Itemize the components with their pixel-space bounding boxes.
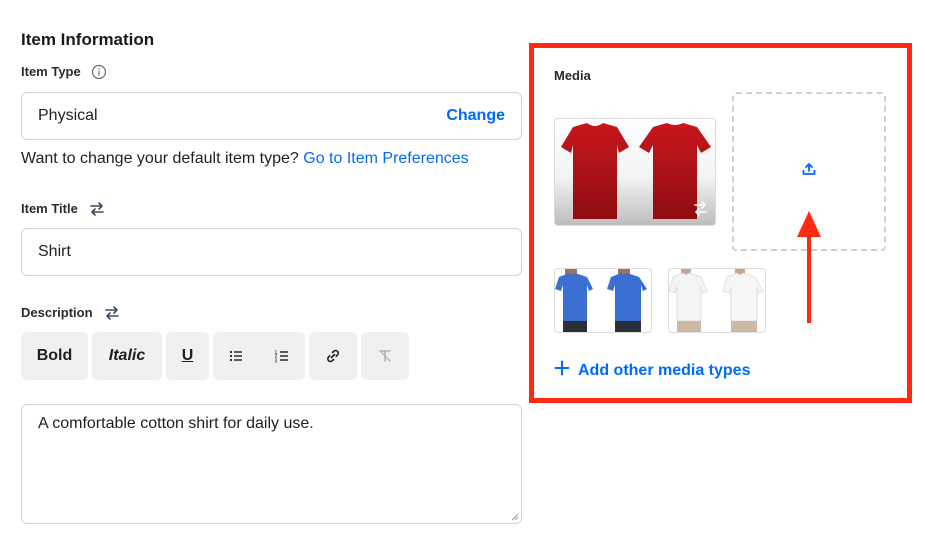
- svg-text:3: 3: [275, 359, 278, 365]
- media-panel: Media Add other media types: [529, 43, 912, 403]
- bold-button[interactable]: Bold: [21, 332, 88, 380]
- blue-tshirts-image: [555, 269, 647, 332]
- item-type-value: Physical: [38, 107, 98, 124]
- item-type-label-row: Item Type: [21, 64, 107, 80]
- media-thumbnail-blue-tshirts[interactable]: [554, 268, 652, 333]
- item-title-label-row: Item Title: [21, 200, 106, 218]
- italic-button[interactable]: Italic: [92, 332, 162, 380]
- list-button-group: 123: [213, 332, 305, 380]
- swap-icon[interactable]: [103, 304, 121, 322]
- red-arrow-annotation: [797, 211, 821, 323]
- underline-button[interactable]: U: [166, 332, 209, 380]
- bullet-list-button[interactable]: [213, 332, 259, 380]
- item-type-helper-text: Want to change your default item type?: [21, 150, 299, 167]
- rich-text-toolbar: Bold Italic U 123: [21, 332, 409, 380]
- item-type-helper: Want to change your default item type? G…: [21, 150, 469, 168]
- add-other-media-types-label: Add other media types: [578, 361, 751, 379]
- swap-icon[interactable]: [88, 200, 106, 218]
- description-label: Description: [21, 305, 93, 320]
- item-title-value: Shirt: [38, 243, 71, 260]
- media-thumbnail-white-tshirts[interactable]: [668, 268, 766, 333]
- item-type-field: Physical Change: [21, 92, 522, 140]
- resize-handle-icon[interactable]: [511, 513, 519, 521]
- plus-icon: [554, 360, 570, 381]
- description-label-row: Description: [21, 304, 121, 322]
- add-other-media-types-button[interactable]: Add other media types: [554, 360, 750, 381]
- section-title: Item Information: [21, 30, 155, 49]
- link-icon: [324, 347, 342, 365]
- item-title-input[interactable]: Shirt: [21, 228, 522, 276]
- change-item-type-button[interactable]: Change: [446, 107, 505, 125]
- description-textarea[interactable]: A comfortable cotton shirt for daily use…: [21, 404, 522, 524]
- clear-format-button[interactable]: [361, 332, 409, 380]
- numbered-list-button[interactable]: 123: [259, 332, 305, 380]
- info-icon[interactable]: [91, 64, 107, 80]
- white-tshirts-image: [669, 269, 764, 332]
- upload-icon: [801, 161, 817, 182]
- description-value: A comfortable cotton shirt for daily use…: [38, 415, 314, 432]
- red-tshirts-image: [561, 123, 711, 219]
- media-label: Media: [554, 68, 591, 83]
- item-preferences-link[interactable]: Go to Item Preferences: [303, 150, 468, 167]
- clear-format-icon: [377, 348, 393, 364]
- insert-link-button[interactable]: [309, 332, 357, 380]
- numbered-list-icon: 123: [274, 348, 290, 364]
- bullet-list-icon: [228, 348, 244, 364]
- item-title-label: Item Title: [21, 201, 78, 216]
- item-type-label: Item Type: [21, 64, 81, 79]
- media-thumbnail-red-tshirts[interactable]: [554, 118, 716, 226]
